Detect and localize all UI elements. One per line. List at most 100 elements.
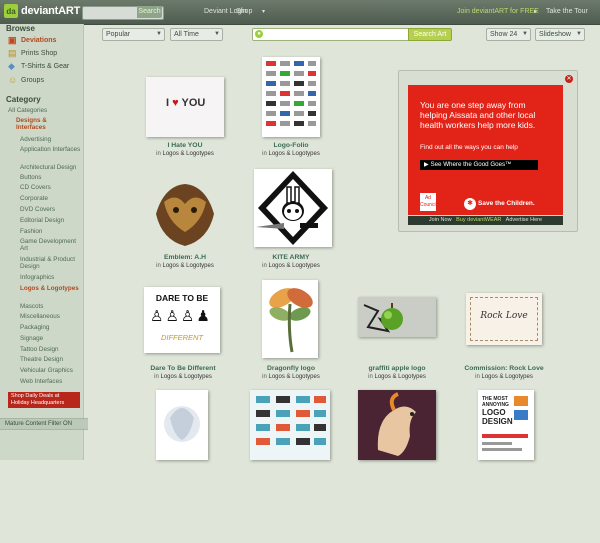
browse-groups[interactable]: ☺ Groups	[8, 76, 44, 85]
thumb-i-hate-you[interactable]: I ♥ YOU	[146, 77, 224, 137]
thumb-category[interactable]: in Logos & Logotypes	[236, 151, 346, 157]
thumb-title[interactable]: Dragonfly logo	[236, 365, 346, 372]
ad-banner[interactable]: You are one step away from helping Aissa…	[408, 85, 563, 215]
logo[interactable]: da deviantART	[4, 4, 80, 18]
category-item[interactable]: Buttons	[20, 174, 82, 181]
tour-link[interactable]: Take the Tour	[546, 8, 588, 15]
thumb-category[interactable]: in Logos & Logotypes	[342, 374, 452, 380]
time-select[interactable]: All Time ▼	[170, 28, 223, 41]
thumb-title[interactable]: Emblem: A.H	[130, 254, 240, 261]
thumb-sub-prefix: in	[475, 374, 480, 380]
search-art-button[interactable]: Search Art	[408, 28, 452, 41]
thumb-rock-love[interactable]: Rock Love	[466, 293, 542, 345]
browse-tshirts[interactable]: ◆ T-Shirts & Gear	[8, 62, 69, 71]
category-item[interactable]: Editorial Design	[20, 217, 82, 224]
category-item[interactable]: DVD Covers	[20, 206, 82, 213]
time-select-value: All Time	[174, 31, 199, 38]
thumb-title[interactable]: graffiti apple logo	[342, 365, 452, 372]
top-search-button[interactable]: Search	[137, 6, 162, 18]
parent-category[interactable]: Designs & Interfaces	[16, 117, 66, 131]
thumb-title[interactable]: KITE ARMY	[236, 254, 346, 261]
holiday-promo-banner[interactable]: Shop Daily Deals at Holiday Headquarters	[8, 392, 80, 408]
deviantart-logo-icon: da	[4, 4, 18, 18]
art-search-input[interactable]: ●	[252, 28, 412, 41]
thumb-emblem-ah[interactable]	[146, 174, 224, 252]
ad-advertise-link[interactable]: Advertise Here	[506, 217, 542, 223]
thumb-sub-prefix: in	[262, 374, 267, 380]
slideshow-button[interactable]: Slideshow ▼	[535, 28, 585, 41]
thumb-dragonfly-logo[interactable]	[262, 280, 318, 358]
top-bar: da deviantART Search Deviant Login Shop …	[0, 0, 600, 25]
thumb-graffiti-apple[interactable]	[358, 297, 436, 337]
thumb-category[interactable]: in Logos & Logotypes	[449, 374, 559, 380]
category-item[interactable]: Corporate	[20, 195, 82, 202]
category-item[interactable]: Game Development Art	[20, 238, 82, 252]
thumb-category[interactable]: in Logos & Logotypes	[236, 374, 346, 380]
category-item-active[interactable]: Logos & Logotypes	[20, 285, 82, 292]
thumb-sub-prefix: in	[154, 374, 159, 380]
category-item[interactable]: Mascots	[20, 303, 82, 310]
category-item[interactable]: Infographics	[20, 274, 82, 281]
thumb-title[interactable]: Dare To Be Different	[128, 365, 238, 372]
browse-deviations[interactable]: ▣ Deviations	[8, 36, 56, 45]
ad-footer: Join Now Buy deviantWEAR Advertise Here	[408, 216, 563, 225]
shop-link[interactable]: Shop	[236, 8, 252, 15]
category-item[interactable]: Industrial & Product Design	[20, 256, 82, 270]
thumb-category[interactable]: in Logos & Logotypes	[128, 374, 238, 380]
mature-filter[interactable]: Mature Content Filter ON	[0, 418, 88, 430]
category-item[interactable]: Application Interfaces	[20, 146, 82, 153]
thumb-category[interactable]: in Logos & Logotypes	[130, 151, 240, 157]
slideshow-label: Slideshow	[539, 31, 571, 38]
thumb-text-i: I	[166, 97, 170, 109]
thumb-row4-4[interactable]: THE MOST ANNOYING LOGO DESIGN	[478, 390, 534, 460]
thumb-category-label: Logos & Logotypes	[268, 374, 320, 380]
ad-cta-button[interactable]: ▶ See Where the Good Goes™	[420, 160, 538, 170]
thumb-title[interactable]: I Hate YOU	[130, 142, 240, 149]
category-item[interactable]: Tattoo Design	[20, 346, 82, 353]
category-item[interactable]: Signage	[20, 335, 82, 342]
sort-select[interactable]: Popular ▼	[102, 28, 165, 41]
category-item[interactable]: Advertising	[20, 136, 82, 143]
thumb-kite-army[interactable]	[254, 169, 332, 247]
thumb-row4-3[interactable]	[358, 390, 436, 460]
thumb-row4-1[interactable]	[156, 390, 208, 460]
ad-cta-label: See Where the Good Goes™	[430, 161, 512, 168]
category-item[interactable]: Miscellaneous	[20, 313, 82, 320]
category-item[interactable]: Architectural Design	[20, 164, 82, 171]
join-link[interactable]: Join deviantART for FREE	[457, 8, 539, 15]
category-item[interactable]: Packaging	[20, 324, 82, 331]
close-icon[interactable]: ✕	[565, 75, 573, 83]
chevron-down-icon: ▼	[156, 31, 162, 37]
ad-buy-link[interactable]: Buy deviantWEAR	[456, 217, 501, 223]
people-icon: ♙♙♙♟	[150, 308, 212, 325]
ad-panel: ✕ You are one step away from helping Ais…	[398, 70, 578, 232]
browse-groups-label: Groups	[21, 77, 44, 84]
thumb-row4-2[interactable]	[250, 390, 330, 460]
category-item[interactable]: Vehicular Graphics	[20, 367, 82, 374]
category-item[interactable]: Fashion	[20, 228, 82, 235]
browse-prints-shop[interactable]: ▤ Prints Shop	[8, 49, 57, 58]
category-item[interactable]: Web Interfaces	[20, 378, 82, 385]
thumb-title[interactable]: Commission: Rock Love	[449, 365, 559, 372]
thumb-category-label: Logos & Logotypes	[160, 374, 212, 380]
category-heading: Category	[6, 95, 41, 104]
chevron-down-icon: ▼	[214, 31, 220, 37]
apple-graffiti-image	[363, 303, 403, 333]
prints-icon: ▤	[8, 48, 17, 58]
category-item[interactable]: CD Covers	[20, 184, 82, 191]
ad-join-link[interactable]: Join Now	[429, 217, 452, 223]
thumb-logo-folio[interactable]	[262, 57, 320, 137]
show-count-select[interactable]: Show 24 ▼	[486, 28, 531, 41]
chevron-down-icon: ▼	[522, 31, 528, 37]
thumb-category-label: Logos & Logotypes	[162, 151, 214, 157]
dare-text: DARE TO BE	[155, 293, 209, 303]
chevron-down-icon: ▼	[576, 31, 582, 37]
shop-chevron-icon[interactable]: ▾	[262, 8, 265, 15]
thumb-category[interactable]: in Logos & Logotypes	[236, 263, 346, 269]
thumb-dare-to-be-different[interactable]: DARE TO BE ♙♙♙♟ DIFFERENT	[144, 287, 220, 353]
thumb-category[interactable]: in Logos & Logotypes	[130, 263, 240, 269]
main-content: Popular ▼ All Time ▼ ● Search Art Show 24 ▼…	[84, 24, 600, 460]
thumb-title[interactable]: Logo-Folio	[236, 142, 346, 149]
thumb-category-label: Logos & Logotypes	[268, 263, 320, 269]
category-item[interactable]: Theatre Design	[20, 356, 82, 363]
